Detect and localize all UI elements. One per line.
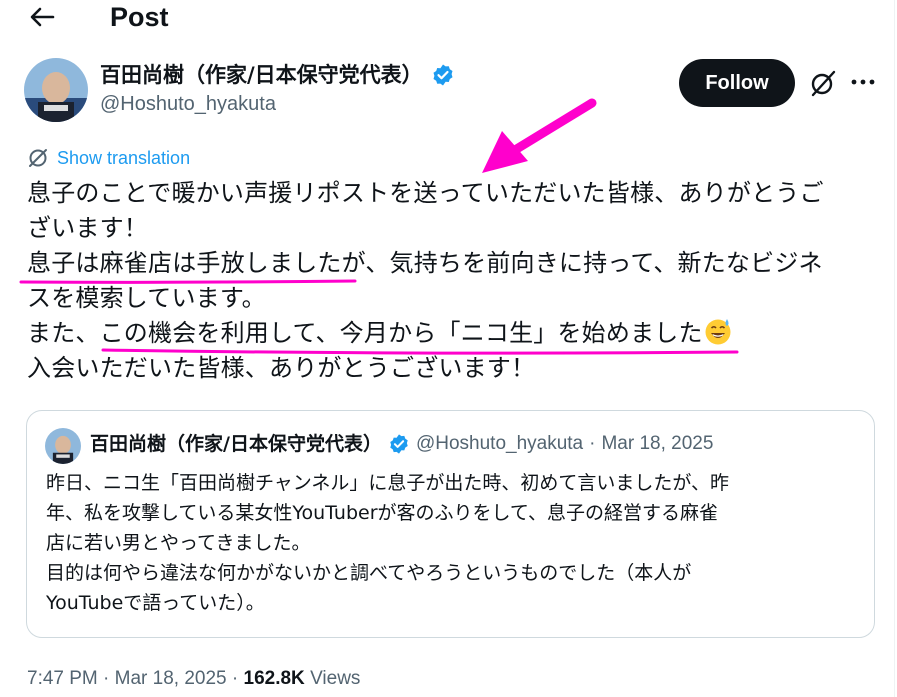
page-title: Post bbox=[110, 2, 169, 32]
show-translation-label: Show translation bbox=[57, 148, 191, 168]
author-name-row: 百田尚樹（作家/日本保守党代表） bbox=[100, 61, 455, 89]
follow-button[interactable]: Follow bbox=[679, 59, 795, 107]
annotation-underline bbox=[101, 348, 739, 355]
views-label: Views bbox=[310, 668, 361, 689]
separator-dot: · bbox=[103, 668, 110, 689]
post-line: また、この機会を利用して、今月から「ニコ生」を始めました bbox=[27, 319, 703, 347]
translate-icon bbox=[29, 149, 47, 167]
post-line: ざいます！ bbox=[27, 214, 148, 242]
quoted-author-handle: @Hoshuto_hyakuta bbox=[415, 433, 584, 454]
annotation-underline bbox=[19, 279, 357, 284]
grok-icon[interactable] bbox=[807, 67, 839, 99]
quoted-line: 年、私を攻撃している某女性YouTuberが客のふりをして、息子の経営する麻雀 bbox=[46, 502, 718, 524]
author-handle[interactable]: @Hoshuto_hyakuta bbox=[100, 91, 276, 117]
quoted-post-header: 百田尚樹（作家/日本保守党代表） @Hoshuto_hyakuta · Mar … bbox=[90, 430, 713, 458]
separator-dot: · bbox=[589, 433, 596, 454]
post-date[interactable]: Mar 18, 2025 bbox=[115, 668, 227, 689]
quoted-line: 店に若い男とやってきました。 bbox=[46, 532, 311, 554]
more-dots-icon[interactable] bbox=[850, 68, 876, 96]
show-translation-link[interactable]: Show translation bbox=[27, 146, 190, 170]
views-count: 162.8K bbox=[243, 668, 305, 689]
column-border bbox=[894, 0, 895, 697]
post-line: 息子のことで暖かい声援リポストを送っていただいた皆様、ありがとうご bbox=[27, 179, 824, 207]
post-meta: 7:47 PM · Mar 18, 2025 · 162.8K Views bbox=[27, 665, 360, 693]
separator-dot: · bbox=[231, 668, 239, 689]
quoted-post-date: Mar 18, 2025 bbox=[601, 433, 714, 454]
quoted-author-name: 百田尚樹（作家/日本保守党代表） bbox=[90, 433, 382, 455]
quoted-line: YouTubeで語っていた）。 bbox=[46, 592, 265, 614]
quoted-post-text: 昨日、ニコ生「百田尚樹チャンネル」に息子が出た時、初めて言いましたが、昨 年、私… bbox=[46, 468, 866, 618]
author-name[interactable]: 百田尚樹（作家/日本保守党代表） bbox=[100, 61, 423, 89]
post-line: スを模索しています。 bbox=[27, 284, 266, 312]
post-line: 息子は麻雀店は手放しましたが、気持ちを前向きに持って、新たなビジネ bbox=[27, 249, 823, 277]
author-avatar[interactable] bbox=[24, 58, 88, 122]
grinning-sweat-emoji bbox=[705, 319, 731, 345]
arrow-left-icon bbox=[30, 7, 55, 27]
quoted-author-avatar[interactable] bbox=[45, 428, 81, 464]
post-time[interactable]: 7:47 PM bbox=[27, 668, 98, 689]
quoted-line: 昨日、ニコ生「百田尚樹チャンネル」に息子が出た時、初めて言いましたが、昨 bbox=[46, 472, 730, 494]
back-button[interactable] bbox=[24, 2, 60, 32]
quoted-line: 目的は何やら違法な何かがないかと調べてやろうというものでした（本人が bbox=[46, 562, 692, 584]
verified-badge-icon bbox=[390, 434, 408, 454]
annotation-arrow bbox=[482, 98, 597, 173]
verified-badge-icon bbox=[433, 64, 453, 86]
